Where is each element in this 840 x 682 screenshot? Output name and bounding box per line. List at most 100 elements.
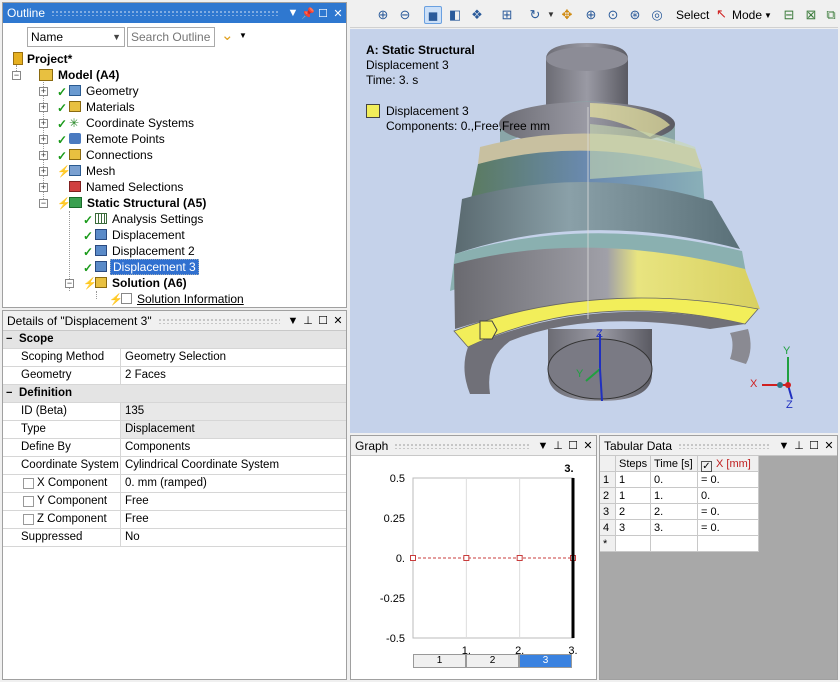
tree-item-connections[interactable]: Connections [69,147,153,163]
details-row[interactable]: ID (Beta) 135 [3,403,346,421]
details-row[interactable]: Coordinate System Cylindrical Coordinate … [3,457,346,475]
close-icon[interactable]: ✕ [822,439,836,452]
expand-icon[interactable]: + [39,119,48,128]
close-icon[interactable]: ✕ [331,314,345,327]
new-row-cell[interactable] [616,536,651,552]
chevron-down-icon[interactable]: ▼ [239,31,247,40]
wireframe-icon[interactable]: ❖ [468,6,486,24]
select-filter-3-icon[interactable]: ⧉ [822,6,840,24]
expand-icon[interactable]: + [39,151,48,160]
tree-item-solution-information[interactable]: Solution Information [121,291,244,307]
pin-icon[interactable]: 📌 [301,7,315,20]
expand-icon[interactable]: + [39,183,48,192]
select-box-icon[interactable]: ⊞ [498,6,516,24]
search-options-icon[interactable]: ⌄ [221,26,234,44]
maximize-icon[interactable]: ☐ [807,439,821,452]
tree-item-coordinate-systems[interactable]: ✳ Coordinate Systems [69,115,194,131]
pan-icon[interactable]: ✥ [558,6,576,24]
details-category[interactable]: − Scope [3,331,346,349]
tree-item-displacement-3[interactable]: Displacement 3 [95,259,199,275]
tree-item-materials[interactable]: Materials [69,99,135,115]
table-cell-step[interactable]: 1 [616,488,651,504]
property-value[interactable]: 2 Faces [121,367,166,384]
tree-item-static-structural[interactable]: Static Structural (A5) [69,195,206,211]
box-zoom-icon[interactable]: ⊙ [604,6,622,24]
expand-icon[interactable]: + [39,103,48,112]
tree-item-model[interactable]: Model (A4) [39,67,119,83]
collapse-icon[interactable]: − [6,385,12,402]
zoom-icon[interactable]: ⊕ [582,6,600,24]
new-row-cell[interactable] [698,536,759,552]
close-icon[interactable]: ✕ [331,7,345,20]
table-cell-step[interactable]: 2 [616,504,651,520]
details-row[interactable]: Scoping Method Geometry Selection [3,349,346,367]
property-value[interactable]: Displacement [121,421,346,438]
collapse-icon[interactable]: − [39,199,48,208]
select-filter-2-icon[interactable]: ⊠ [802,6,820,24]
search-outline-input[interactable] [127,27,215,47]
tree-item-displacement-2[interactable]: Displacement 2 [95,243,195,259]
property-value[interactable]: 135 [121,403,346,420]
table-cell-x[interactable]: 0. [698,488,759,504]
property-value[interactable]: Free [121,493,149,510]
step-tab-1[interactable]: 1 [413,654,466,668]
property-value[interactable]: No [121,529,140,546]
tree-item-solution[interactable]: Solution (A6) [95,275,187,291]
table-cell-x[interactable]: = 0. [698,504,759,520]
solid-view-icon[interactable]: ◼ [424,6,442,24]
close-icon[interactable]: ✕ [581,439,595,452]
mode-button[interactable]: Mode [732,8,762,22]
expand-icon[interactable]: + [39,87,48,96]
column-header-x[interactable]: ✓ X [mm] [698,456,759,472]
details-row[interactable]: Geometry 2 Faces [3,367,346,385]
tree-item-mesh[interactable]: Mesh [69,163,115,179]
select-filter-icon[interactable]: ⊟ [780,6,798,24]
dropdown-icon[interactable]: ▼ [777,440,791,452]
pin-icon[interactable]: ⊥ [792,439,806,452]
row-index[interactable]: 3 [600,504,616,520]
tree-item-named-selections[interactable]: Named Selections [69,179,183,195]
tree-item-project[interactable]: Project* [13,51,72,67]
table-cell-x[interactable]: = 0. [698,520,759,536]
maximize-icon[interactable]: ☐ [316,314,330,327]
collapse-icon[interactable]: − [65,279,74,288]
collapse-icon[interactable]: − [6,331,12,348]
details-row[interactable]: X Component 0. mm (ramped) [3,475,346,493]
row-index[interactable]: 1 [600,472,616,488]
tree-item-displacement[interactable]: Displacement [95,227,185,243]
details-category[interactable]: − Definition [3,385,346,403]
magnifier-icon[interactable]: ◎ [648,6,666,24]
property-value[interactable]: Free [121,511,149,528]
pin-icon[interactable]: ⊥ [301,314,315,327]
details-row[interactable]: Z Component Free [3,511,346,529]
column-header-steps[interactable]: Steps [616,456,651,472]
step-tab-3[interactable]: 3 [519,654,572,668]
property-value[interactable]: Components [121,439,190,456]
maximize-icon[interactable]: ☐ [316,7,330,20]
graphics-viewport[interactable]: Z Y Y X Z A: Static Structural Displacem… [350,29,838,433]
table-cell-step[interactable]: 3 [616,520,651,536]
dropdown-icon[interactable]: ▼ [536,440,550,452]
name-select[interactable]: Name ▼ [27,27,125,47]
collapse-icon[interactable]: − [12,71,21,80]
pin-icon[interactable]: ⊥ [551,439,565,452]
row-index[interactable]: 4 [600,520,616,536]
dropdown-icon[interactable]: ▼ [286,7,300,19]
details-row[interactable]: Type Displacement [3,421,346,439]
property-value[interactable]: 0. mm (ramped) [121,475,207,492]
new-row-cell[interactable] [651,536,698,552]
dropdown-icon[interactable]: ▼ [286,315,300,327]
details-row[interactable]: Suppressed No [3,529,346,547]
select-button[interactable]: Select [676,8,709,22]
chevron-down-icon[interactable]: ▼ [764,11,772,20]
table-cell-time[interactable]: 2. [651,504,698,520]
details-row[interactable]: Y Component Free [3,493,346,511]
property-value[interactable]: Cylindrical Coordinate System [121,457,279,474]
zoom-out-icon[interactable]: ⊖ [396,6,414,24]
new-row-marker[interactable]: * [600,536,616,552]
tree-item-analysis-settings[interactable]: Analysis Settings [95,211,203,227]
tree-item-geometry[interactable]: Geometry [69,83,139,99]
box-view-icon[interactable]: ◧ [446,6,464,24]
tree-item-remote-points[interactable]: Remote Points [69,131,165,147]
property-value[interactable]: Geometry Selection [121,349,226,366]
